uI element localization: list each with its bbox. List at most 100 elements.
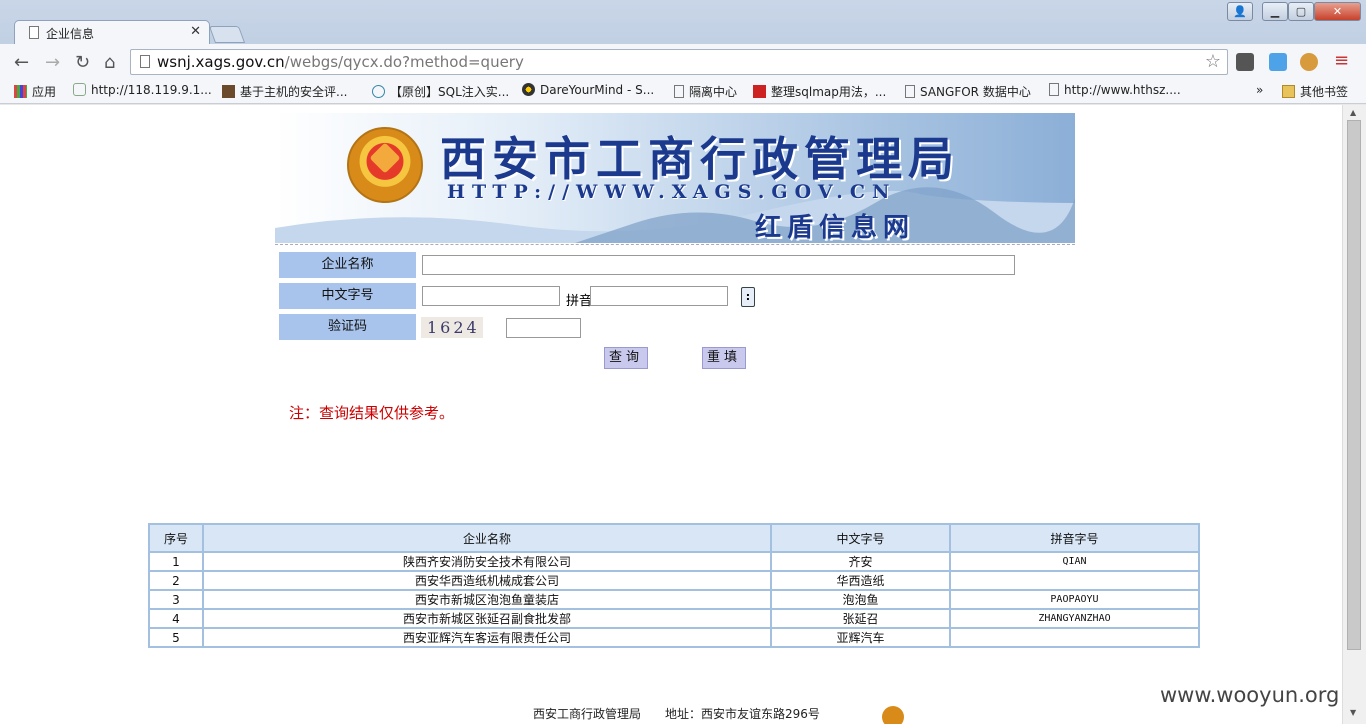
bookmark-star-icon[interactable]: ☆ [1205, 51, 1221, 72]
banner-title: 西安市工商行政管理局 [440, 132, 960, 186]
bookmark-item[interactable]: http://118.119.9.1... [73, 83, 212, 97]
captcha-input[interactable] [506, 318, 581, 338]
maximize-button[interactable]: ▢ [1288, 2, 1314, 21]
table-header-row: 序号 企业名称 中文字号 拼音字号 [150, 525, 1198, 551]
row-index: 2 [150, 572, 202, 589]
table-row[interactable]: 1 陕西齐安消防安全技术有限公司 齐安 QIAN [150, 553, 1198, 570]
captcha-image[interactable]: 1624 [421, 317, 483, 338]
bookmark-apps[interactable]: 应用 [14, 83, 56, 100]
bookmark-item[interactable]: 【原创】SQL注入实... [372, 83, 509, 100]
site-icon [73, 83, 86, 96]
evernote-icon[interactable] [1236, 53, 1254, 71]
bookmark-item[interactable]: 隔离中心 [674, 83, 737, 100]
back-arrow-icon[interactable]: ← [14, 52, 29, 73]
company-name-input[interactable] [422, 255, 1015, 275]
bookmark-other-folder[interactable]: 其他书签 [1282, 83, 1348, 100]
bookmark-item[interactable]: 整理sqlmap用法，... [753, 83, 886, 100]
scroll-down-arrow-icon[interactable]: ▼ [1350, 708, 1356, 717]
keyboard-button[interactable]: : [741, 287, 755, 307]
address-bar[interactable]: wsnj.xags.gov.cn/webgs/qycx.do?method=qu… [130, 49, 1228, 75]
table-row[interactable]: 3 西安市新城区泡泡鱼童装店 泡泡鱼 PAOPAOYU [150, 591, 1198, 608]
folder-icon [1282, 85, 1295, 98]
company-name-link[interactable]: 西安市新城区张延召副食批发部 [204, 610, 770, 627]
national-emblem-icon [347, 127, 423, 203]
banner-subtitle: 红盾信息网 [755, 213, 916, 243]
forward-arrow-icon[interactable]: → [45, 52, 60, 73]
chinese-name-cell: 泡泡鱼 [772, 591, 949, 608]
site-icon [753, 85, 766, 98]
browser-toolbar: ← → ↻ ⌂ wsnj.xags.gov.cn/webgs/qycx.do?m… [0, 44, 1366, 79]
chinese-name-cell: 亚辉汽车 [772, 629, 949, 646]
chinese-name-input[interactable] [422, 286, 560, 306]
chinese-name-label: 中文字号 [279, 283, 416, 309]
results-table: 序号 企业名称 中文字号 拼音字号 1 陕西齐安消防安全技术有限公司 齐安 QI… [148, 523, 1200, 648]
company-name-link[interactable]: 西安亚辉汽车客运有限责任公司 [204, 629, 770, 646]
table-row[interactable]: 5 西安亚辉汽车客运有限责任公司 亚辉汽车 [150, 629, 1198, 646]
close-tab-icon[interactable]: ✕ [190, 24, 201, 39]
menu-icon[interactable]: ≡ [1334, 50, 1349, 71]
new-tab-button[interactable] [208, 26, 246, 43]
watermark-text: www.wooyun.org [1160, 683, 1340, 707]
home-icon[interactable]: ⌂ [104, 52, 115, 73]
reload-icon[interactable]: ↻ [75, 52, 90, 73]
page-icon [1049, 83, 1059, 96]
browser-tab[interactable]: 企业信息 ✕ [14, 20, 210, 44]
bookmark-item[interactable]: DareYourMind - S... [522, 83, 654, 97]
pinyin-cell [951, 629, 1198, 646]
pinyin-label: 拼音 [566, 294, 593, 309]
reset-button[interactable]: 重填 [702, 347, 746, 369]
scroll-up-arrow-icon[interactable]: ▲ [1350, 108, 1356, 117]
column-header-company: 企业名称 [204, 525, 770, 551]
pinyin-cell: PAOPAOYU [951, 591, 1198, 608]
chinese-name-cell: 齐安 [772, 553, 949, 570]
row-index: 1 [150, 553, 202, 570]
company-name-link[interactable]: 西安华西造纸机械成套公司 [204, 572, 770, 589]
vertical-scrollbar[interactable]: ▲ ▼ [1342, 105, 1366, 724]
captcha-label: 验证码 [279, 314, 416, 340]
browser-chrome: 企业信息 ✕ 👤 ▁ ▢ ✕ ← → ↻ ⌂ wsnj.xags.gov.cn/… [0, 0, 1366, 104]
bookmarks-bar: 应用 http://118.119.9.1... 基于主机的安全评... 【原创… [0, 79, 1366, 104]
tab-strip: 企业信息 ✕ 👤 ▁ ▢ ✕ [0, 0, 1366, 44]
apps-grid-icon [14, 85, 27, 98]
url-text: wsnj.xags.gov.cn/webgs/qycx.do?method=qu… [157, 53, 524, 71]
user-icon[interactable]: 👤 [1227, 2, 1253, 21]
pinyin-cell: QIAN [951, 553, 1198, 570]
page-icon [29, 26, 39, 39]
column-header-chinese-name: 中文字号 [772, 525, 949, 551]
minimize-button[interactable]: ▁ [1262, 2, 1288, 21]
row-index: 3 [150, 591, 202, 608]
snowflake-icon [372, 85, 385, 98]
chinese-name-cell: 华西造纸 [772, 572, 949, 589]
chinese-name-cell: 张延召 [772, 610, 949, 627]
company-name-link[interactable]: 西安市新城区泡泡鱼童装店 [204, 591, 770, 608]
company-name-link[interactable]: 陕西齐安消防安全技术有限公司 [204, 553, 770, 570]
row-index: 5 [150, 629, 202, 646]
bookmark-item[interactable]: http://www.hthsz.... [1049, 83, 1181, 97]
column-header-pinyin: 拼音字号 [951, 525, 1198, 551]
company-name-label: 企业名称 [279, 252, 416, 278]
table-row[interactable]: 2 西安华西造纸机械成套公司 华西造纸 [150, 572, 1198, 589]
site-icon [222, 85, 235, 98]
table-row[interactable]: 4 西安市新城区张延召副食批发部 张延召 ZHANGYANZHAO [150, 610, 1198, 627]
page-content: 西安市工商行政管理局 HTTP://WWW.XAGS.GOV.CN 红盾信息网 … [0, 105, 1342, 724]
cookie-icon[interactable] [1300, 53, 1318, 71]
footer-emblem-icon [882, 706, 904, 724]
search-button[interactable]: 查询 [604, 347, 648, 369]
pinyin-input[interactable] [590, 286, 728, 306]
banner-url: HTTP://WWW.XAGS.GOV.CN [447, 181, 897, 203]
bookmarks-overflow-button[interactable]: » [1256, 83, 1263, 97]
pinyin-cell: ZHANGYANZHAO [951, 610, 1198, 627]
disclaimer-note: 注：查询结果仅供参考。 [289, 404, 455, 422]
footer-address: 西安工商行政管理局 地址：西安市友谊东路296号 [533, 707, 820, 721]
close-window-button[interactable]: ✕ [1314, 2, 1361, 21]
tab-title: 企业信息 [46, 27, 95, 41]
bookmark-item[interactable]: 基于主机的安全评... [222, 83, 347, 100]
bookmark-item[interactable]: SANGFOR 数据中心 [905, 83, 1031, 100]
page-icon [140, 55, 150, 68]
extension-icon[interactable] [1269, 53, 1287, 71]
page-icon [674, 85, 684, 98]
divider [275, 244, 1075, 245]
radiation-icon [522, 83, 535, 96]
pinyin-cell [951, 572, 1198, 589]
scrollbar-thumb[interactable] [1347, 120, 1361, 650]
